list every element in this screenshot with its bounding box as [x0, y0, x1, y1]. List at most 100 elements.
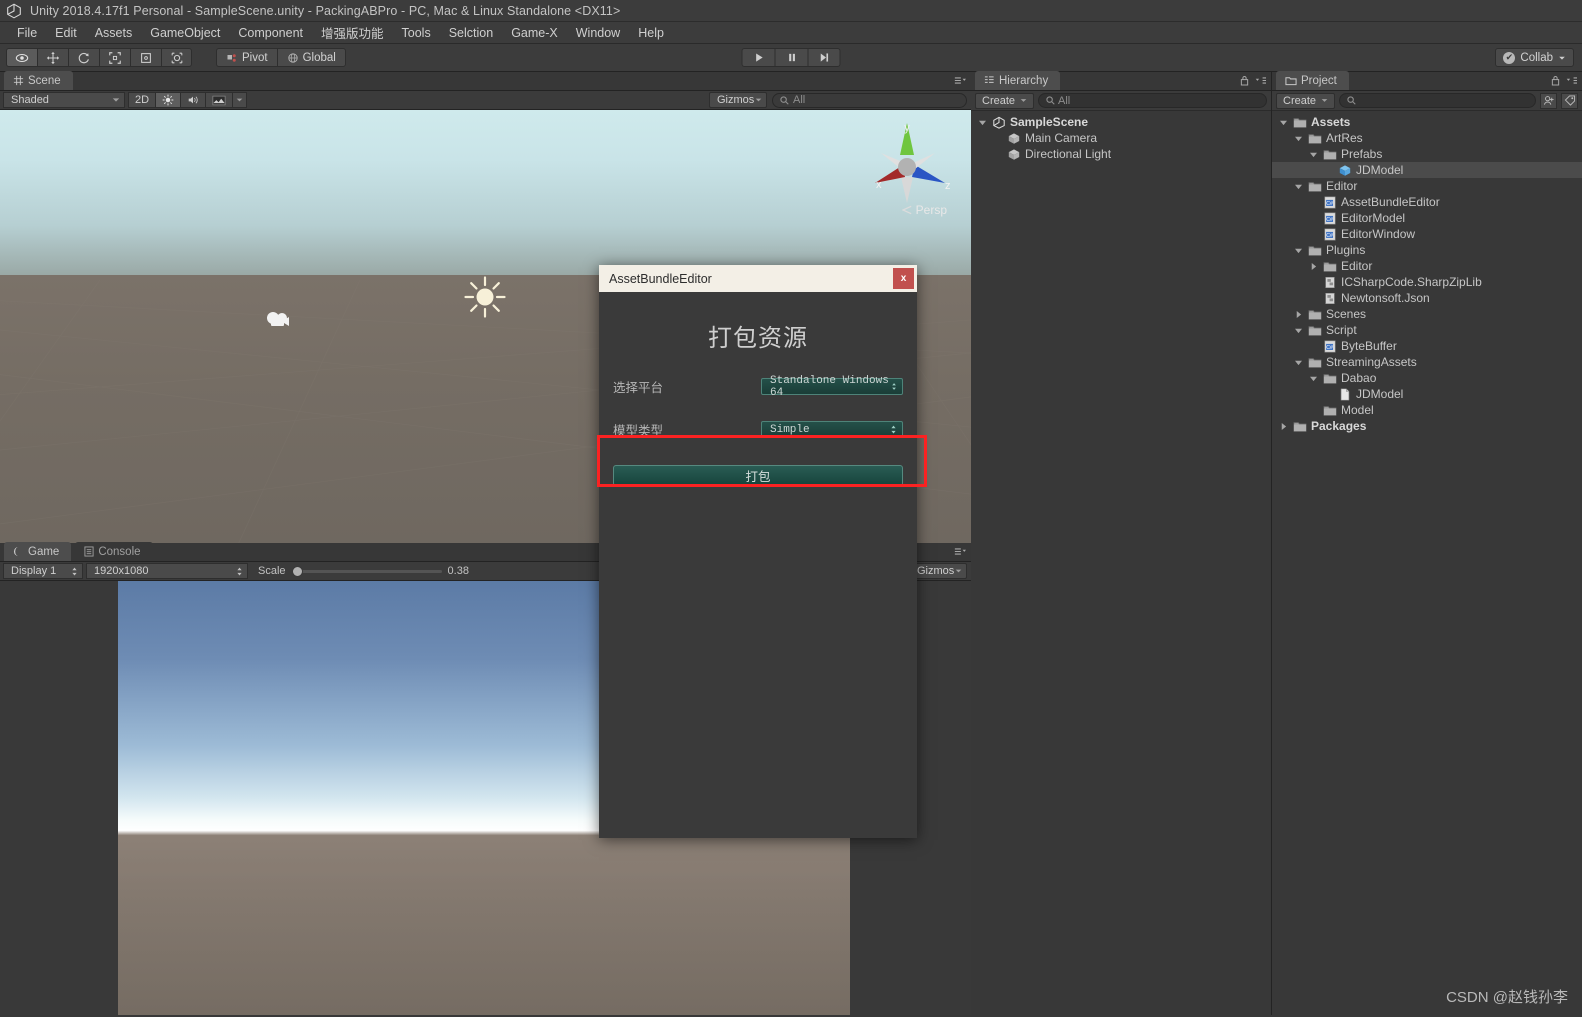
close-icon[interactable]: x	[893, 268, 914, 289]
chevron-down-icon[interactable]	[1308, 149, 1319, 160]
project-item-row[interactable]: StreamingAssets	[1272, 354, 1582, 370]
project-create-button[interactable]: Create	[1276, 92, 1336, 109]
game-options-menu-icon[interactable]	[954, 546, 966, 557]
project-search-input[interactable]	[1339, 93, 1536, 108]
play-button[interactable]	[741, 48, 775, 67]
hierarchy-options-menu-icon[interactable]	[1254, 75, 1266, 86]
menu-window[interactable]: Window	[567, 24, 629, 42]
move-tool-button[interactable]	[37, 48, 68, 67]
project-item-row[interactable]: C# AssetBundleEditor	[1272, 194, 1582, 210]
project-item-row[interactable]: Editor	[1272, 258, 1582, 274]
hierarchy-search-input[interactable]: All	[1038, 93, 1267, 108]
hierarchy-create-button[interactable]: Create	[975, 92, 1035, 109]
menu-file[interactable]: File	[8, 24, 46, 42]
project-item-row[interactable]: C# ByteBuffer	[1272, 338, 1582, 354]
menu-help[interactable]: Help	[629, 24, 673, 42]
rect-tool-button[interactable]	[130, 48, 161, 67]
axis-cone-neg-z[interactable]	[913, 153, 935, 169]
pivot-toggle-button[interactable]: Pivot	[216, 48, 277, 67]
assetbundle-editor-dialog[interactable]: AssetBundleEditor x 打包资源 选择平台 Standalone…	[599, 265, 917, 838]
menu-component[interactable]: Component	[229, 24, 312, 42]
project-item-row[interactable]: ICSharpCode.SharpZipLib	[1272, 274, 1582, 290]
draw-mode-dropdown[interactable]: Shaded	[3, 92, 125, 108]
axis-cone-neg-y[interactable]	[901, 177, 913, 203]
scene-search-input[interactable]: All	[772, 92, 967, 108]
display-dropdown[interactable]: Display 1	[3, 563, 83, 579]
main-camera-gizmo-icon[interactable]	[265, 308, 293, 332]
chevron-down-icon[interactable]	[1293, 357, 1304, 368]
lock-icon[interactable]	[1551, 75, 1560, 86]
project-item-row[interactable]: C# EditorModel	[1272, 210, 1582, 226]
chevron-right-icon[interactable]	[1278, 421, 1289, 432]
platform-dropdown[interactable]: Standalone Windows 64	[761, 375, 903, 399]
tab-project[interactable]: Project	[1276, 71, 1349, 90]
project-filter-label-button[interactable]	[1561, 92, 1578, 109]
scene-options-menu-icon[interactable]	[954, 75, 966, 86]
chevron-right-icon[interactable]	[1293, 309, 1304, 320]
chevron-down-icon[interactable]	[1293, 181, 1304, 192]
menu-edit[interactable]: Edit	[46, 24, 86, 42]
global-toggle-button[interactable]: Global	[276, 48, 346, 67]
chevron-down-icon[interactable]	[1293, 133, 1304, 144]
scene-effects-button[interactable]	[206, 92, 234, 108]
project-item-row[interactable]: JDModel	[1272, 162, 1582, 178]
toggle-2d-button[interactable]: 2D	[128, 92, 157, 108]
scene-audio-button[interactable]	[181, 92, 207, 108]
project-filter-type-button[interactable]	[1540, 92, 1557, 109]
lock-icon[interactable]	[1240, 75, 1249, 86]
menu-selction[interactable]: Selction	[440, 24, 502, 42]
scale-slider-knob[interactable]	[291, 565, 303, 577]
model-type-dropdown[interactable]: Simple	[761, 421, 903, 438]
camera-projection-label[interactable]: Persp	[901, 203, 947, 217]
resolution-dropdown[interactable]: 1920x1080	[86, 563, 248, 579]
menu-tools[interactable]: Tools	[393, 24, 440, 42]
hand-tool-button[interactable]	[6, 48, 37, 67]
project-item-row[interactable]: Prefabs	[1272, 146, 1582, 162]
tab-scene[interactable]: Scene	[4, 71, 73, 90]
hierarchy-tree[interactable]: SampleScene Main Camera Directional Light	[971, 111, 1271, 1015]
tab-game[interactable]: Game	[4, 542, 72, 561]
chevron-down-icon[interactable]	[1278, 117, 1289, 128]
project-item-row[interactable]: Packages	[1272, 418, 1582, 434]
gizmos-dropdown[interactable]: Gizmos	[709, 92, 767, 108]
rotate-tool-button[interactable]	[68, 48, 99, 67]
menu-assets[interactable]: Assets	[86, 24, 142, 42]
scene-effects-dropdown[interactable]	[233, 92, 248, 108]
project-item-row[interactable]: Script	[1272, 322, 1582, 338]
pack-button[interactable]: 打包	[613, 465, 903, 486]
hierarchy-item-row[interactable]: Main Camera	[971, 130, 1271, 146]
project-tree[interactable]: Assets ArtRes Prefabs JDModel Editor C# AssetB…	[1272, 111, 1582, 1015]
project-item-row[interactable]: Newtonsoft.Json	[1272, 290, 1582, 306]
chevron-down-icon[interactable]	[1308, 373, 1319, 384]
transform-tool-button[interactable]	[161, 48, 192, 67]
project-item-row[interactable]: Assets	[1272, 114, 1582, 130]
tab-hierarchy[interactable]: Hierarchy	[975, 71, 1061, 90]
project-item-row[interactable]: Editor	[1272, 178, 1582, 194]
project-item-row[interactable]: Dabao	[1272, 370, 1582, 386]
menu-gameobject[interactable]: GameObject	[141, 24, 229, 42]
chevron-down-icon[interactable]	[1293, 325, 1304, 336]
scene-lighting-button[interactable]	[156, 92, 182, 108]
project-item-row[interactable]: Plugins	[1272, 242, 1582, 258]
project-item-row[interactable]: Model	[1272, 402, 1582, 418]
directional-light-gizmo-icon[interactable]	[463, 275, 507, 319]
project-item-row[interactable]: C# EditorWindow	[1272, 226, 1582, 242]
step-button[interactable]	[807, 48, 841, 67]
project-item-row[interactable]: Scenes	[1272, 306, 1582, 322]
menu-enhanced-features[interactable]: 增强版功能	[312, 21, 393, 44]
tab-console[interactable]: Console	[75, 542, 153, 561]
axis-cone-z[interactable]	[912, 165, 945, 183]
scale-control[interactable]: Scale 0.38	[258, 565, 469, 577]
chevron-down-icon[interactable]	[977, 117, 988, 128]
axis-center-cube[interactable]	[898, 158, 916, 176]
scale-slider-track[interactable]	[291, 565, 442, 577]
hierarchy-item-row[interactable]: Directional Light	[971, 146, 1271, 162]
hierarchy-item-row[interactable]: SampleScene	[971, 114, 1271, 130]
scale-tool-button[interactable]	[99, 48, 130, 67]
game-gizmos-dropdown[interactable]: Gizmos	[909, 563, 967, 579]
chevron-down-icon[interactable]	[1293, 245, 1304, 256]
menu-game-x[interactable]: Game-X	[502, 24, 567, 42]
project-item-row[interactable]: ArtRes	[1272, 130, 1582, 146]
chevron-right-icon[interactable]	[1308, 261, 1319, 272]
project-item-row[interactable]: JDModel	[1272, 386, 1582, 402]
